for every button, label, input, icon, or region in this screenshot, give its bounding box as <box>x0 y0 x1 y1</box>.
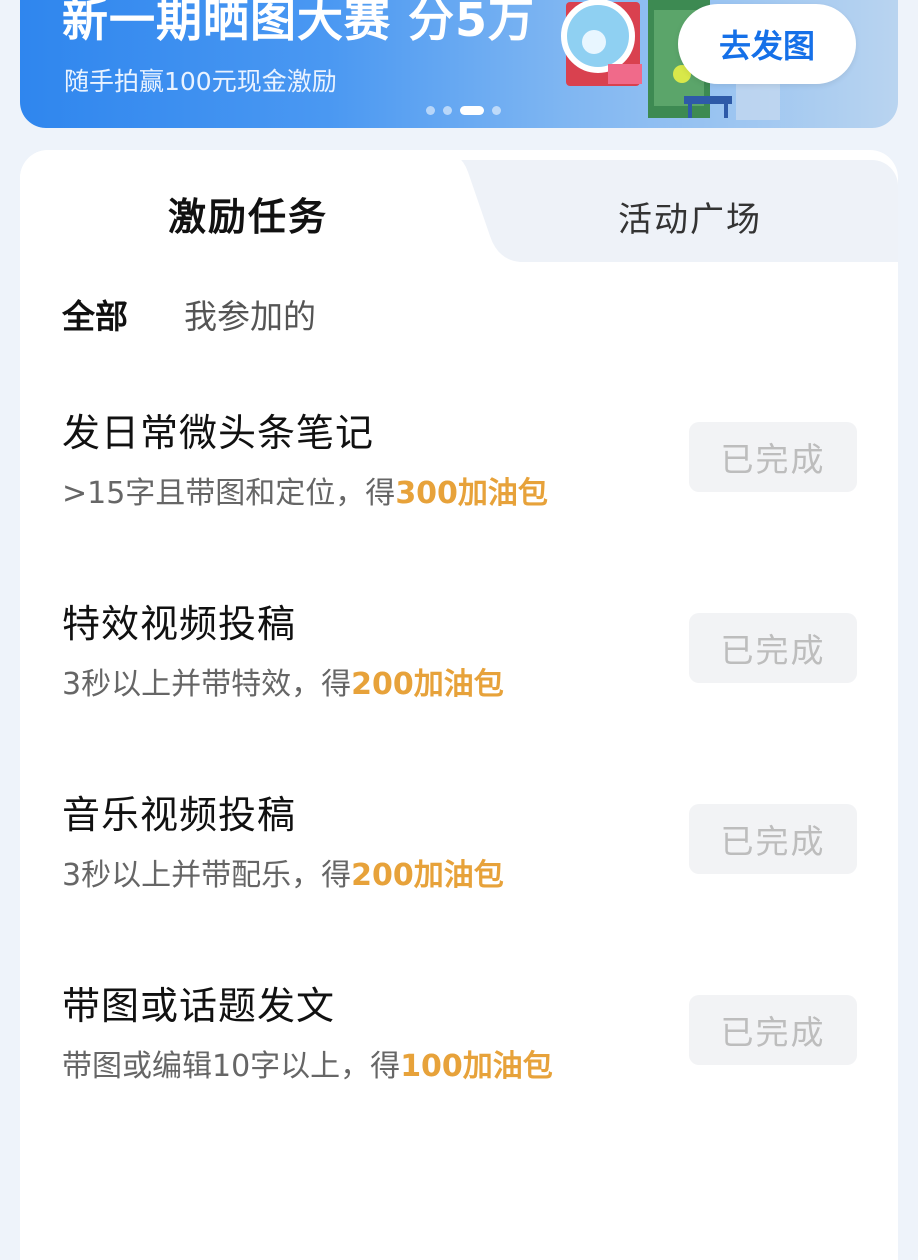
filter-all[interactable]: 全部 <box>62 290 128 338</box>
task-description: 3秒以上并带配乐，得200加油包 <box>62 850 504 894</box>
banner-dot-4[interactable] <box>492 106 501 115</box>
task-item: 发日常微头条笔记 >15字且带图和定位，得300加油包 已完成 <box>62 402 862 522</box>
task-description: 带图或编辑10字以上，得100加油包 <box>62 1041 553 1085</box>
task-status-button[interactable]: 已完成 <box>689 613 857 683</box>
tab-incentive-tasks[interactable]: 激励任务 <box>168 186 328 241</box>
task-requirement: 3秒以上并带特效，得 <box>62 667 352 702</box>
banner-dot-2[interactable] <box>443 106 452 115</box>
task-title: 特效视频投稿 <box>62 602 297 646</box>
task-status-button[interactable]: 已完成 <box>689 995 857 1065</box>
task-reward: 200加油包 <box>351 858 504 893</box>
banner-title: 新一期晒图大赛 分5万 <box>62 0 536 47</box>
task-reward: 300加油包 <box>395 476 548 511</box>
task-requirement: 3秒以上并带配乐，得 <box>62 858 352 893</box>
task-card: 激励任务 活动广场 全部 我参加的 发日常微头条笔记 >15字且带图和定位，得3… <box>20 150 898 1260</box>
task-title: 发日常微头条笔记 <box>62 411 375 455</box>
task-title: 带图或话题发文 <box>62 984 336 1028</box>
go-post-photo-button[interactable]: 去发图 <box>678 4 856 84</box>
task-title: 音乐视频投稿 <box>62 793 297 837</box>
banner-dot-1[interactable] <box>426 106 435 115</box>
banner-pagination <box>426 106 501 115</box>
filter-joined[interactable]: 我参加的 <box>184 290 316 338</box>
task-reward: 200加油包 <box>351 667 504 702</box>
task-description: 3秒以上并带特效，得200加油包 <box>62 659 504 703</box>
task-requirement: 带图或编辑10字以上，得 <box>62 1049 401 1084</box>
task-description: >15字且带图和定位，得300加油包 <box>62 468 548 512</box>
task-item: 特效视频投稿 3秒以上并带特效，得200加油包 已完成 <box>62 593 862 713</box>
tab-activity-square-label[interactable]: 活动广场 <box>618 192 762 241</box>
task-status-button[interactable]: 已完成 <box>689 804 857 874</box>
banner-subtitle: 随手拍赢100元现金激励 <box>64 67 337 96</box>
task-item: 音乐视频投稿 3秒以上并带配乐，得200加油包 已完成 <box>62 784 862 904</box>
task-item: 带图或话题发文 带图或编辑10字以上，得100加油包 已完成 <box>62 975 862 1095</box>
task-status-button[interactable]: 已完成 <box>689 422 857 492</box>
banner-dot-3-active[interactable] <box>460 106 484 115</box>
promo-banner[interactable]: 新一期晒图大赛 分5万 随手拍赢100元现金激励 去发图 <box>20 0 898 128</box>
task-reward: 100加油包 <box>400 1049 553 1084</box>
task-requirement: >15字且带图和定位，得 <box>62 476 396 511</box>
